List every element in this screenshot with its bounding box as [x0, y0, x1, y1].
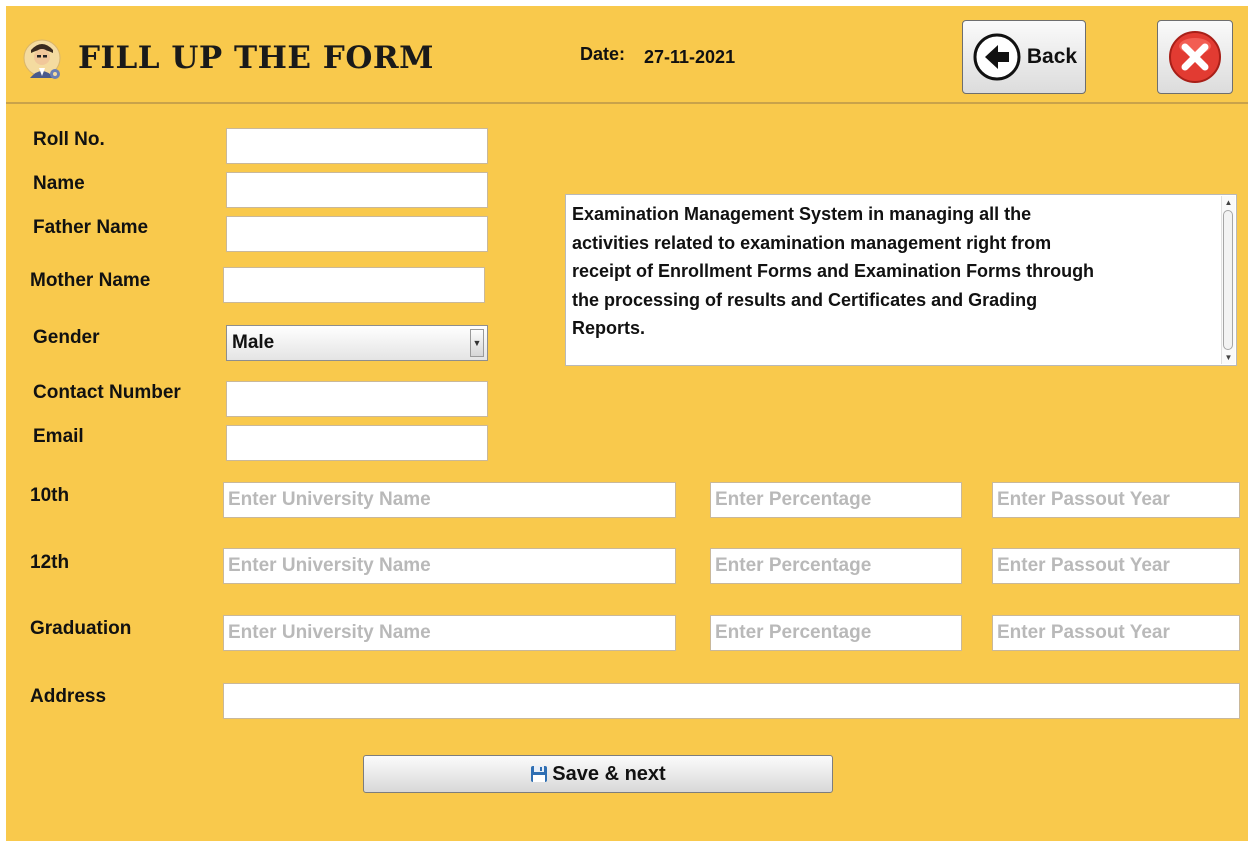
- gender-label: Gender: [33, 327, 100, 348]
- name-label: Name: [33, 173, 85, 194]
- roll-no-input[interactable]: [226, 128, 488, 164]
- tenth-label: 10th: [30, 485, 70, 506]
- twelfth-university-input[interactable]: [223, 548, 676, 584]
- contact-number-label: Contact Number: [33, 382, 181, 403]
- name-input[interactable]: [226, 172, 488, 208]
- twelfth-passout-year-input[interactable]: [992, 548, 1240, 584]
- twelfth-label: 12th: [30, 552, 70, 573]
- back-label: Back: [1026, 45, 1078, 68]
- save-next-button[interactable]: Save & next: [363, 755, 833, 793]
- gender-value: Male: [232, 332, 275, 353]
- chevron-down-icon[interactable]: ▼: [470, 329, 484, 357]
- close-icon: [1167, 29, 1223, 85]
- form-window: FILL UP THE FORM Date: 27-11-2021 Back R…: [6, 6, 1248, 841]
- header-divider: [6, 102, 1248, 104]
- graduation-label: Graduation: [30, 618, 132, 639]
- tenth-passout-year-input[interactable]: [992, 482, 1240, 518]
- father-name-input[interactable]: [226, 216, 488, 252]
- page-title: FILL UP THE FORM: [78, 40, 434, 76]
- address-label: Address: [30, 686, 107, 707]
- close-button[interactable]: [1157, 20, 1233, 94]
- mother-name-label: Mother Name: [30, 270, 151, 291]
- scroll-thumb[interactable]: [1223, 210, 1233, 350]
- tenth-percentage-input[interactable]: [710, 482, 962, 518]
- father-name-label: Father Name: [33, 217, 149, 238]
- mother-name-input[interactable]: [223, 267, 485, 303]
- twelfth-percentage-input[interactable]: [710, 548, 962, 584]
- tenth-university-input[interactable]: [223, 482, 676, 518]
- scroll-up-icon[interactable]: ▲: [1222, 196, 1235, 209]
- back-button[interactable]: Back: [962, 20, 1086, 94]
- graduation-percentage-input[interactable]: [710, 615, 962, 651]
- email-input[interactable]: [226, 425, 488, 461]
- graduation-university-input[interactable]: [223, 615, 676, 651]
- student-avatar-icon: [22, 36, 62, 84]
- info-text: Examination Management System in managin…: [572, 204, 1095, 338]
- info-textarea[interactable]: Examination Management System in managin…: [565, 194, 1237, 366]
- scroll-down-icon[interactable]: ▼: [1222, 351, 1235, 364]
- gender-select[interactable]: Male ▼: [226, 325, 488, 361]
- email-label: Email: [33, 426, 84, 447]
- back-arrow-icon: [971, 31, 1023, 83]
- save-next-label: Save & next: [552, 762, 666, 785]
- contact-number-input[interactable]: [226, 381, 488, 417]
- roll-no-label: Roll No.: [33, 129, 105, 150]
- date-label: Date:: [580, 44, 626, 64]
- date-value: 27-11-2021: [644, 47, 736, 67]
- graduation-passout-year-input[interactable]: [992, 615, 1240, 651]
- floppy-disk-icon: [530, 765, 548, 783]
- info-scrollbar[interactable]: ▲ ▼: [1221, 196, 1235, 364]
- address-input[interactable]: [223, 683, 1240, 719]
